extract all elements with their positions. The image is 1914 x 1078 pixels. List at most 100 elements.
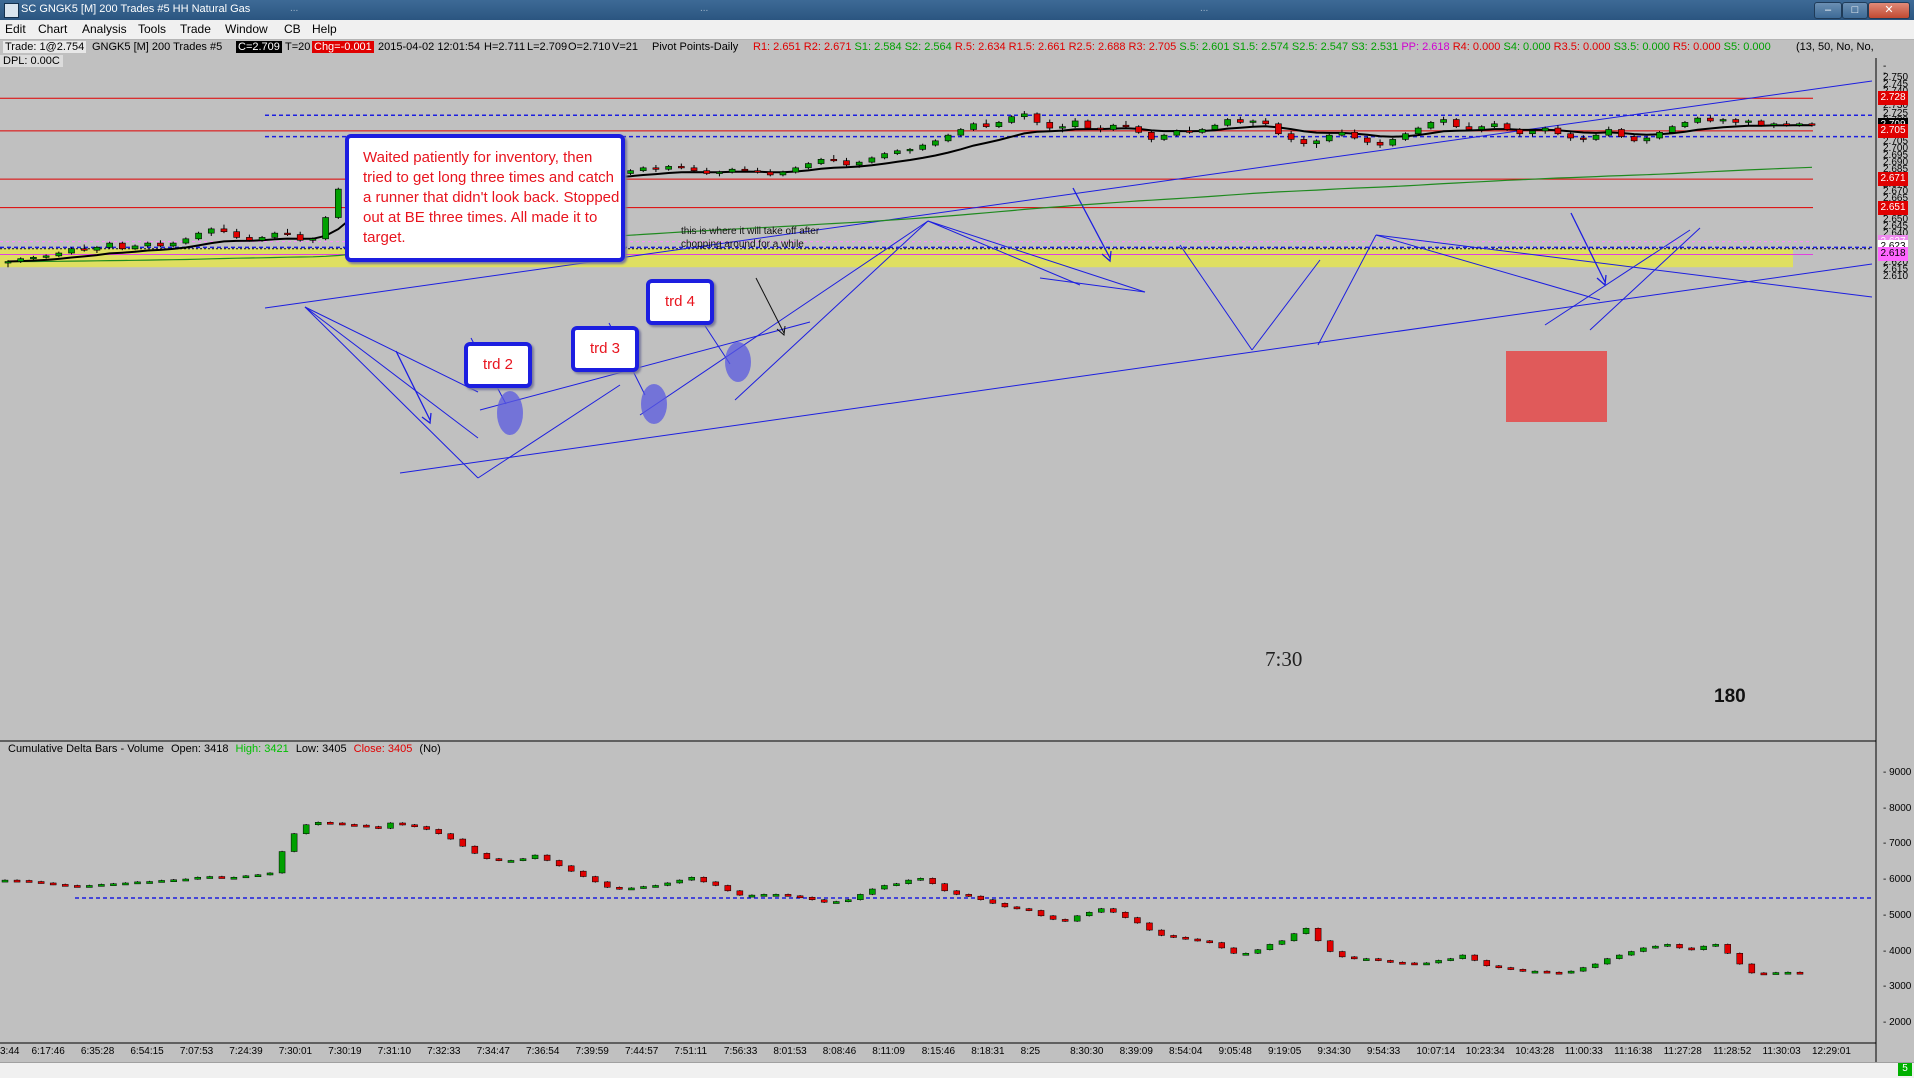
candle-body[interactable]: [893, 150, 901, 154]
delta-bar[interactable]: [1242, 953, 1250, 956]
delta-bar[interactable]: [1543, 970, 1551, 974]
candle-body[interactable]: [42, 255, 50, 258]
delta-bar[interactable]: [1170, 935, 1177, 938]
delta-bar[interactable]: [1098, 908, 1105, 913]
delta-bar[interactable]: [459, 838, 467, 847]
delta-bar[interactable]: [688, 876, 695, 881]
delta-bar[interactable]: [1676, 944, 1683, 949]
candle-body[interactable]: [309, 238, 317, 241]
delta-bar[interactable]: [1146, 922, 1153, 931]
candle-body[interactable]: [144, 242, 152, 247]
candle-body[interactable]: [716, 171, 723, 174]
candle-body[interactable]: [1275, 123, 1282, 135]
delta-bar[interactable]: [254, 874, 262, 877]
delta-bar[interactable]: [218, 876, 226, 879]
candle-body[interactable]: [1059, 126, 1066, 129]
delta-bar[interactable]: [194, 876, 202, 880]
candle-body[interactable]: [970, 123, 977, 130]
candle-body[interactable]: [830, 159, 838, 162]
candle-body[interactable]: [284, 232, 291, 235]
candle-body[interactable]: [1795, 123, 1803, 126]
candle-body[interactable]: [754, 170, 761, 173]
candle-body[interactable]: [1325, 134, 1333, 142]
candle-body[interactable]: [1021, 113, 1028, 118]
candle-body[interactable]: [1313, 140, 1320, 144]
candle-body[interactable]: [1097, 127, 1104, 130]
main-annotation[interactable]: Waited patiently for inventory, then tri…: [345, 134, 625, 262]
delta-bar[interactable]: [182, 878, 189, 882]
delta-bar[interactable]: [1085, 911, 1093, 917]
delta-bar[interactable]: [616, 886, 623, 890]
candle-body[interactable]: [1465, 126, 1473, 130]
candle-body[interactable]: [995, 122, 1003, 127]
delta-bar[interactable]: [1640, 947, 1647, 952]
candle-body[interactable]: [258, 237, 266, 241]
candle-body[interactable]: [1351, 132, 1358, 139]
delta-bar[interactable]: [1134, 917, 1141, 924]
delta-bar[interactable]: [1616, 954, 1623, 959]
delta-bar[interactable]: [531, 854, 539, 859]
candle-body[interactable]: [1707, 117, 1714, 122]
delta-bar[interactable]: [1555, 971, 1563, 975]
delta-bar[interactable]: [1724, 944, 1731, 954]
candle-body[interactable]: [1160, 134, 1168, 140]
candle-body[interactable]: [1452, 119, 1460, 127]
candle-body[interactable]: [1605, 129, 1613, 136]
candle-body[interactable]: [944, 134, 952, 142]
delta-bar[interactable]: [399, 822, 406, 826]
candle-body[interactable]: [868, 157, 876, 163]
delta-bar[interactable]: [1471, 954, 1478, 961]
delta-bar[interactable]: [555, 860, 563, 867]
delta-bar[interactable]: [1688, 947, 1695, 951]
delta-bar[interactable]: [495, 858, 503, 861]
candle-body[interactable]: [1008, 116, 1015, 123]
delta-bar[interactable]: [1290, 933, 1298, 942]
delta-bar[interactable]: [676, 879, 683, 884]
candle-body[interactable]: [1224, 119, 1231, 126]
delta-bar[interactable]: [519, 858, 527, 861]
candle-body[interactable]: [779, 171, 787, 176]
candle-body[interactable]: [1554, 127, 1562, 135]
candle-body[interactable]: [1681, 122, 1689, 127]
candle-body[interactable]: [843, 160, 850, 166]
candle-body[interactable]: [919, 144, 927, 150]
candle-body[interactable]: [1364, 137, 1371, 143]
candle-body[interactable]: [1668, 126, 1676, 133]
delta-bar[interactable]: [25, 880, 33, 883]
candle-body[interactable]: [982, 123, 990, 127]
delta-bar[interactable]: [447, 833, 454, 840]
delta-bar[interactable]: [712, 881, 720, 886]
candle-body[interactable]: [4, 261, 12, 264]
candle-body[interactable]: [1122, 124, 1130, 128]
delta-bar[interactable]: [1567, 970, 1575, 974]
delta-bar[interactable]: [1001, 903, 1009, 908]
delta-bar[interactable]: [832, 901, 840, 904]
delta-bar[interactable]: [1387, 960, 1394, 963]
candle-body[interactable]: [690, 167, 698, 171]
delta-bar[interactable]: [604, 881, 611, 888]
delta-bar[interactable]: [1037, 910, 1045, 917]
delta-bar[interactable]: [1519, 969, 1527, 972]
candle-body[interactable]: [652, 167, 660, 170]
candle-body[interactable]: [1414, 127, 1422, 135]
candle-body[interactable]: [157, 242, 164, 247]
delta-bar[interactable]: [1206, 940, 1213, 944]
candle-body[interactable]: [1745, 120, 1752, 123]
candle-body[interactable]: [17, 258, 25, 262]
delta-bar[interactable]: [1760, 972, 1768, 976]
candle-body[interactable]: [1173, 130, 1181, 136]
candle-body[interactable]: [1567, 133, 1574, 139]
candle-body[interactable]: [1529, 130, 1536, 135]
delta-bar[interactable]: [1531, 970, 1539, 974]
delta-bar[interactable]: [905, 879, 912, 884]
delta-bar[interactable]: [110, 883, 117, 886]
candle-body[interactable]: [1618, 129, 1625, 137]
delta-bar[interactable]: [724, 885, 732, 892]
candle-body[interactable]: [1211, 124, 1219, 130]
delta-bar[interactable]: [1182, 936, 1189, 940]
delta-bar[interactable]: [170, 879, 177, 882]
candle-body[interactable]: [1783, 123, 1790, 126]
delta-bar[interactable]: [351, 824, 358, 827]
candle-body[interactable]: [1694, 117, 1701, 123]
delta-bar[interactable]: [977, 895, 985, 900]
